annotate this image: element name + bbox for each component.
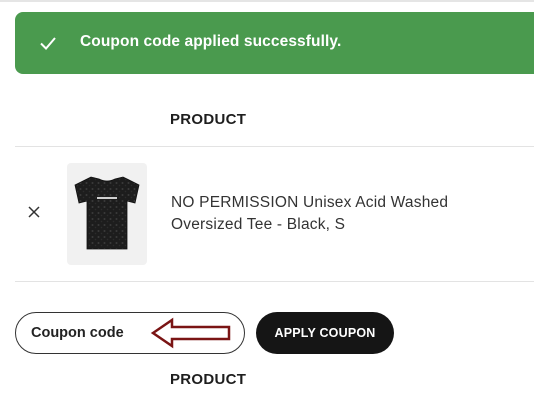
divider <box>15 281 534 282</box>
product-column-header: PRODUCT <box>170 111 247 128</box>
close-icon[interactable] <box>27 205 41 219</box>
coupon-code-input[interactable] <box>15 312 245 354</box>
success-notice: Coupon code applied successfully. <box>15 12 534 74</box>
check-icon <box>40 37 56 50</box>
divider <box>15 146 534 147</box>
product-thumbnail[interactable] <box>67 163 147 265</box>
product-column-header: PRODUCT <box>170 371 247 388</box>
tshirt-image <box>74 176 140 250</box>
apply-coupon-button[interactable]: APPLY COUPON <box>256 312 394 354</box>
top-divider <box>0 0 534 2</box>
product-name[interactable]: NO PERMISSION Unisex Acid Washed Oversiz… <box>171 192 521 236</box>
notice-message: Coupon code applied successfully. <box>80 33 342 50</box>
cart-page: Coupon code applied successfully. PRODUC… <box>0 0 534 402</box>
